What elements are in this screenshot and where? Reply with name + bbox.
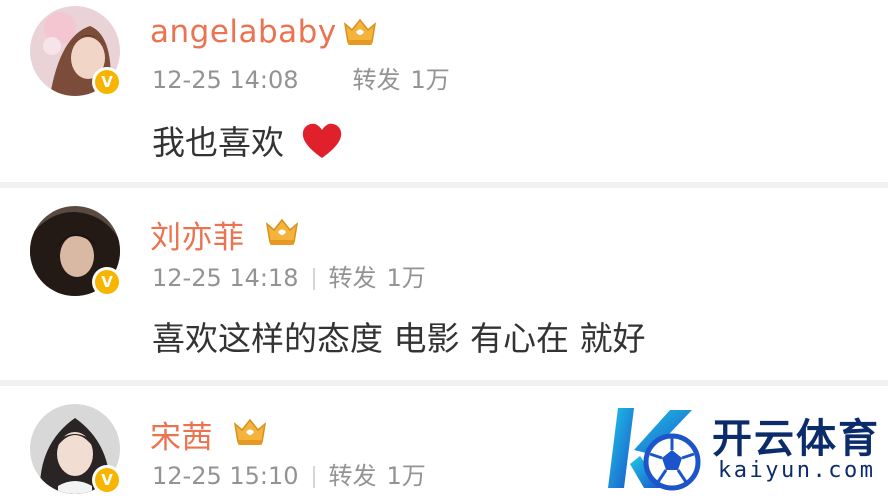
comment-item: V 刘亦菲 12-25 14:18 转发 1万 喜欢这样的态度 电影 有心在 就好 [0,188,888,388]
repost-count: 1万 [410,66,450,94]
repost-label[interactable]: 转发 [329,264,377,292]
watermark-brand-en: kaiyun.com [718,458,876,483]
verified-badge-icon: V [92,465,122,495]
verified-badge-icon: V [92,267,122,297]
comment-body: 我也喜欢 [152,123,284,162]
comment-item: V angelababy 12-25 14:08 转发 1万 我也喜欢 [0,0,888,188]
comment-feed: V angelababy 12-25 14:08 转发 1万 我也喜欢 V 刘亦… [0,0,888,504]
kaiyun-logo-mark [608,408,701,491]
meta-separator [312,268,315,290]
repost-count: 1万 [386,264,426,292]
kaiyun-logo: 开云体育 kaiyun.com [600,398,880,498]
username[interactable]: 宋茜 [150,412,213,457]
watermark-brand-cn: 开云体育 [712,416,880,462]
repost-label[interactable]: 转发 [329,462,377,490]
vip-crown-icon [233,418,267,445]
vip-crown-icon [343,18,377,45]
repost-label[interactable]: 转发 [353,66,401,94]
comment-text: 我也喜欢 [152,116,343,164]
verified-badge-icon: V [92,67,122,97]
username[interactable]: angelababy [150,14,337,50]
vip-crown-icon [265,218,299,245]
repost-count: 1万 [386,462,426,490]
timestamp: 12-25 15:10 [152,462,299,490]
comment-text: 喜欢这样的态度 电影 有心在 就好 [152,319,646,358]
heart-icon [302,123,341,158]
meta-separator [312,466,315,488]
post-meta: 12-25 14:08 转发 1万 [152,60,450,95]
username[interactable]: 刘亦菲 [150,212,245,257]
post-meta: 12-25 14:18 转发 1万 [152,258,426,293]
timestamp: 12-25 14:08 [152,66,299,94]
post-meta: 12-25 15:10 转发 1万 [152,456,426,491]
timestamp: 12-25 14:18 [152,264,299,292]
